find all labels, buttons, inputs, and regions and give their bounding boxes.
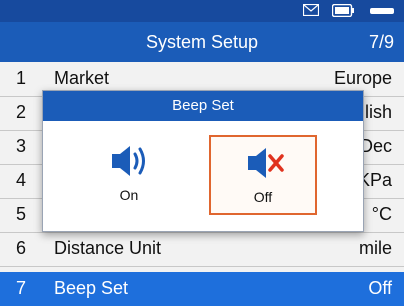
beep-set-dialog: Beep Set On Off xyxy=(42,90,364,232)
row-number: 1 xyxy=(16,68,27,88)
envelope-icon xyxy=(303,4,319,16)
page-indicator: 7/9 xyxy=(368,32,394,52)
row-value: mile xyxy=(358,238,392,258)
row-value: lish xyxy=(364,102,392,122)
beep-on-option[interactable]: On xyxy=(75,135,183,215)
speaker-mute-icon xyxy=(248,148,284,178)
signal-icon xyxy=(370,8,394,14)
settings-row-beep-set[interactable]: 7 Beep Set Off xyxy=(0,272,404,306)
row-value: Off xyxy=(368,278,392,298)
row-number: 2 xyxy=(16,102,27,122)
row-label: Beep Set xyxy=(54,278,129,298)
settings-row-distance-unit[interactable]: 6 Distance Unit mile xyxy=(0,232,404,267)
beep-off-label: Off xyxy=(253,189,273,205)
dialog-title: Beep Set xyxy=(43,91,363,121)
title-bar: System Setup 7/9 xyxy=(0,22,404,62)
row-number: 6 xyxy=(16,238,27,258)
row-number: 4 xyxy=(16,170,27,190)
beep-off-option[interactable]: Off xyxy=(209,135,317,215)
speaker-on-icon xyxy=(112,146,145,176)
row-value: °C xyxy=(371,204,392,224)
beep-on-label: On xyxy=(119,187,139,203)
page-title: System Setup xyxy=(145,32,259,52)
row-label: Market xyxy=(54,68,110,88)
row-number: 3 xyxy=(16,136,27,156)
row-number: 7 xyxy=(16,278,27,298)
row-label: Distance Unit xyxy=(54,238,162,258)
row-number: 5 xyxy=(16,204,27,224)
status-bar xyxy=(0,0,404,22)
battery-icon xyxy=(332,4,354,17)
row-value: Dec xyxy=(359,136,392,156)
row-value: Europe xyxy=(333,68,392,88)
